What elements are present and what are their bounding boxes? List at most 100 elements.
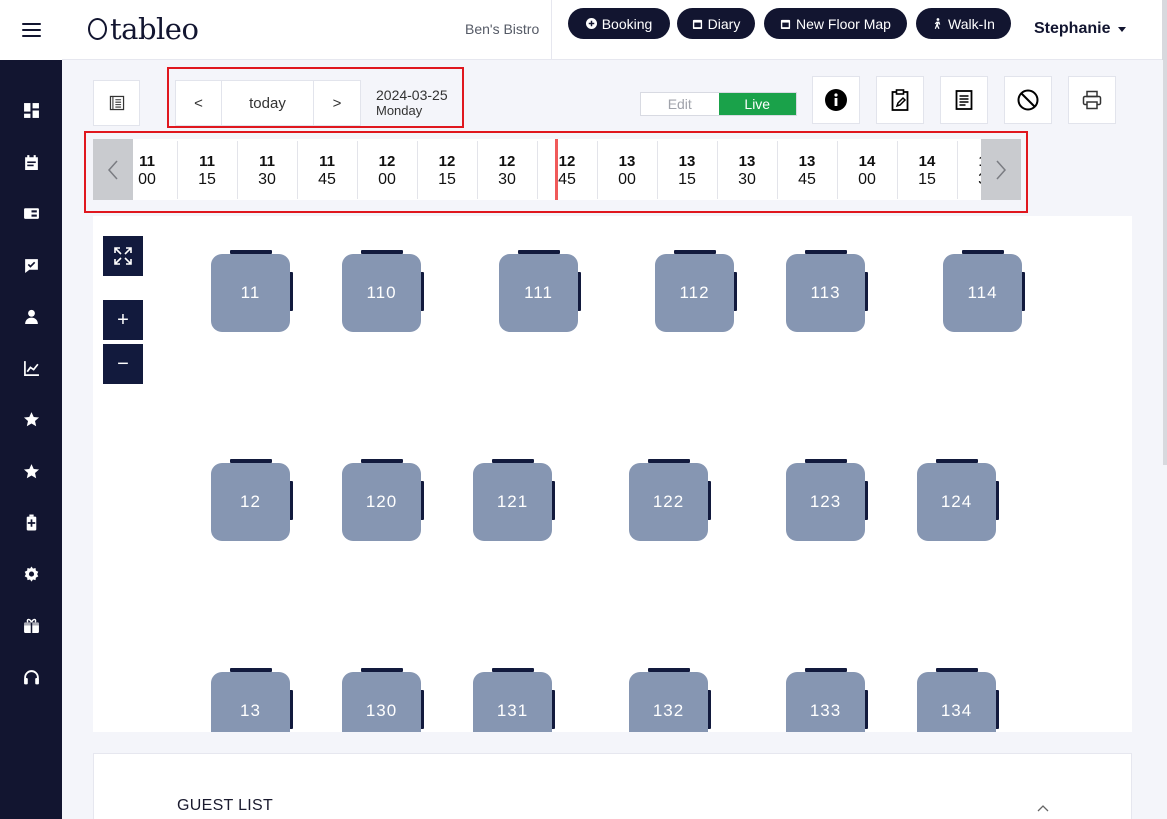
diary-button[interactable]: Diary	[677, 8, 755, 39]
timeline-next-button[interactable]	[981, 139, 1021, 200]
fullscreen-button[interactable]	[103, 236, 143, 276]
headset-icon	[23, 669, 39, 685]
time-slot[interactable]: 12 15	[417, 141, 476, 199]
block-button[interactable]	[1004, 76, 1052, 124]
table-111[interactable]: 111	[499, 250, 581, 332]
table-number: 130	[342, 672, 421, 732]
table-number: 113	[786, 254, 865, 332]
table-112[interactable]: 112	[655, 250, 737, 332]
sidebar-item-calendar[interactable]	[0, 137, 62, 189]
table-12[interactable]: 12	[211, 459, 293, 541]
table-123[interactable]: 123	[786, 459, 868, 541]
calendar-icon	[692, 19, 702, 29]
time-slot[interactable]: 12 30	[477, 141, 536, 199]
table-130[interactable]: 130	[342, 668, 424, 732]
previous-day-button[interactable]: <	[176, 81, 221, 125]
divider	[551, 0, 552, 60]
table-114[interactable]: 114	[943, 250, 1025, 332]
time-slot[interactable]: 13 15	[657, 141, 716, 199]
zoom-out-button[interactable]: −	[103, 344, 143, 384]
time-slot[interactable]: 13 00	[597, 141, 656, 199]
user-menu[interactable]: Stephanie	[1034, 20, 1127, 38]
clipboard-icon	[891, 89, 909, 111]
list-view-icon	[109, 95, 124, 111]
sidebar-item-reviews[interactable]	[0, 446, 62, 498]
tableo-logo[interactable]: tableo	[88, 12, 199, 46]
sidebar-item-settings[interactable]	[0, 549, 62, 601]
timeline-prev-button[interactable]	[93, 139, 133, 200]
table-133[interactable]: 133	[786, 668, 868, 732]
walk-in-button[interactable]: Walk-In	[916, 8, 1011, 39]
table-121[interactable]: 121	[473, 459, 555, 541]
collapse-guest-list-button[interactable]	[1037, 799, 1049, 817]
plus-circle-icon	[585, 18, 597, 29]
table-number: 120	[342, 463, 421, 541]
time-slot[interactable]: 11 30	[237, 141, 296, 199]
guest-list-panel: GUEST LIST	[93, 753, 1132, 819]
settings-icon	[24, 566, 38, 582]
menu-button[interactable]	[0, 0, 62, 60]
new-floor-map-button[interactable]: New Floor Map	[764, 8, 907, 39]
table-11[interactable]: 11	[211, 250, 293, 332]
calendar-icon	[24, 154, 38, 170]
time-slot[interactable]: 13 45	[777, 141, 836, 199]
table-13[interactable]: 13	[211, 668, 293, 732]
next-label: >	[332, 94, 342, 112]
time-slot[interactable]: 13 30	[717, 141, 776, 199]
booking-button[interactable]: Booking	[568, 8, 670, 39]
print-button[interactable]	[1068, 76, 1116, 124]
time-slot[interactable]: 14 15	[897, 141, 956, 199]
sidebar-item-dashboard[interactable]	[0, 85, 62, 137]
sidebar-item-favorites[interactable]	[0, 394, 62, 446]
sidebar-item-checklist[interactable]	[0, 240, 62, 292]
table-113[interactable]: 113	[786, 250, 868, 332]
sidebar-item-reports[interactable]	[0, 343, 62, 395]
today-button[interactable]: today	[221, 81, 313, 125]
table-number: 11	[211, 254, 290, 332]
time-slot[interactable]: 11 15	[177, 141, 236, 199]
table-number: 114	[943, 254, 1022, 332]
table-122[interactable]: 122	[629, 459, 711, 541]
time-slot-hour: 13	[678, 153, 696, 170]
time-slot-minute: 00	[378, 171, 396, 188]
time-slot-minute: 00	[618, 171, 636, 188]
time-slot-hour: 13	[798, 153, 816, 170]
minus-icon: −	[117, 352, 129, 375]
table-110[interactable]: 110	[342, 250, 424, 332]
next-day-button[interactable]: >	[313, 81, 360, 125]
time-slot-hour: 12	[498, 153, 516, 170]
caret-down-icon	[1118, 26, 1127, 32]
page-scrollbar[interactable]	[1163, 0, 1167, 465]
notes-button[interactable]	[940, 76, 988, 124]
toggle-panel-button[interactable]	[93, 80, 140, 126]
sidebar	[0, 0, 62, 819]
time-slot[interactable]: 14 00	[837, 141, 896, 199]
mode-toggle: Edit Live	[640, 92, 797, 116]
table-number: 131	[473, 672, 552, 732]
zoom-in-button[interactable]: +	[103, 300, 143, 340]
time-slot-minute: 15	[438, 171, 456, 188]
time-slot-minute: 30	[258, 171, 276, 188]
edit-mode-button[interactable]: Edit	[641, 93, 719, 115]
time-slot-minute: 45	[558, 171, 576, 188]
table-132[interactable]: 132	[629, 668, 711, 732]
sidebar-item-power[interactable]	[0, 497, 62, 549]
table-number: 122	[629, 463, 708, 541]
sidebar-item-guests[interactable]	[0, 291, 62, 343]
time-slot[interactable]: 12 45	[537, 141, 596, 199]
time-slot-minute: 15	[918, 171, 936, 188]
table-124[interactable]: 124	[917, 459, 999, 541]
table-134[interactable]: 134	[917, 668, 999, 732]
info-button[interactable]	[812, 76, 860, 124]
clipboard-button[interactable]	[876, 76, 924, 124]
table-120[interactable]: 120	[342, 459, 424, 541]
sidebar-item-floor-map[interactable]	[0, 188, 62, 240]
time-slot[interactable]: 12 00	[357, 141, 416, 199]
diary-label: Diary	[707, 15, 741, 32]
live-mode-button[interactable]: Live	[718, 93, 796, 115]
guest-list-title: GUEST LIST	[177, 797, 274, 814]
sidebar-item-support[interactable]	[0, 652, 62, 704]
sidebar-item-gifts[interactable]	[0, 600, 62, 652]
time-slot[interactable]: 11 45	[297, 141, 356, 199]
table-131[interactable]: 131	[473, 668, 555, 732]
